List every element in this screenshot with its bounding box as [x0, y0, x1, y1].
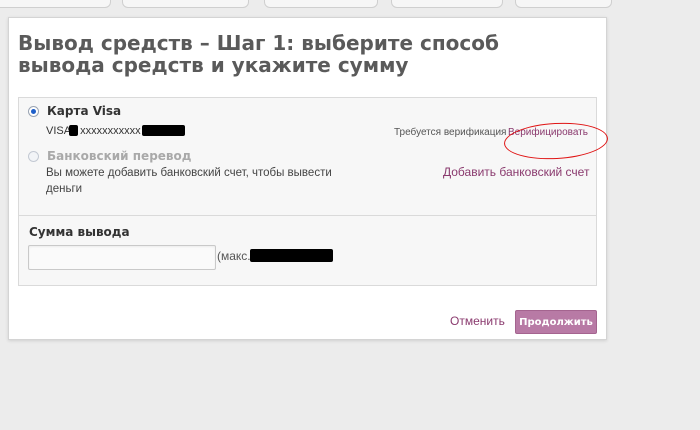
redacted-max-amount [250, 249, 333, 262]
top-tabs [0, 0, 700, 8]
amount-section: Сумма вывода (макс. [19, 216, 596, 285]
bank-description: Вы можете добавить банковский счет, чтоб… [46, 167, 332, 195]
verification-required-text: Требуется верификация [394, 127, 507, 138]
top-tab-4[interactable] [391, 0, 503, 8]
bank-radio[interactable] [28, 151, 39, 162]
card-number: VISA xxxxxxxxxxx [46, 125, 141, 137]
amount-label: Сумма вывода [29, 225, 130, 239]
redacted-card-digits-2 [142, 125, 185, 136]
cancel-link[interactable]: Отменить [450, 314, 505, 328]
continue-button[interactable]: Продолжить [515, 310, 597, 334]
top-tab-2[interactable] [122, 0, 249, 8]
page-title: Вывод средств – Шаг 1: выберите способ в… [18, 31, 499, 77]
bank-label: Банковский перевод [47, 149, 192, 163]
add-bank-account-link[interactable]: Добавить банковский счет [443, 165, 589, 179]
card-number-masked: xxxxxxxxxxx [80, 125, 141, 137]
redacted-card-digits-1 [69, 125, 78, 136]
top-tab-5[interactable] [515, 0, 612, 8]
payment-methods: Карта Visa VISA xxxxxxxxxxx Требуется вер… [18, 97, 609, 286]
card-radio[interactable] [28, 106, 39, 117]
top-tab-1[interactable] [0, 0, 111, 8]
card-number-prefix: VISA [46, 125, 72, 137]
card-label: Карта Visa [47, 104, 122, 118]
amount-input[interactable] [28, 245, 216, 270]
max-amount-text: (макс. [217, 249, 251, 263]
withdraw-panel: Вывод средств – Шаг 1: выберите способ в… [8, 17, 609, 340]
top-tab-3[interactable] [264, 0, 378, 8]
